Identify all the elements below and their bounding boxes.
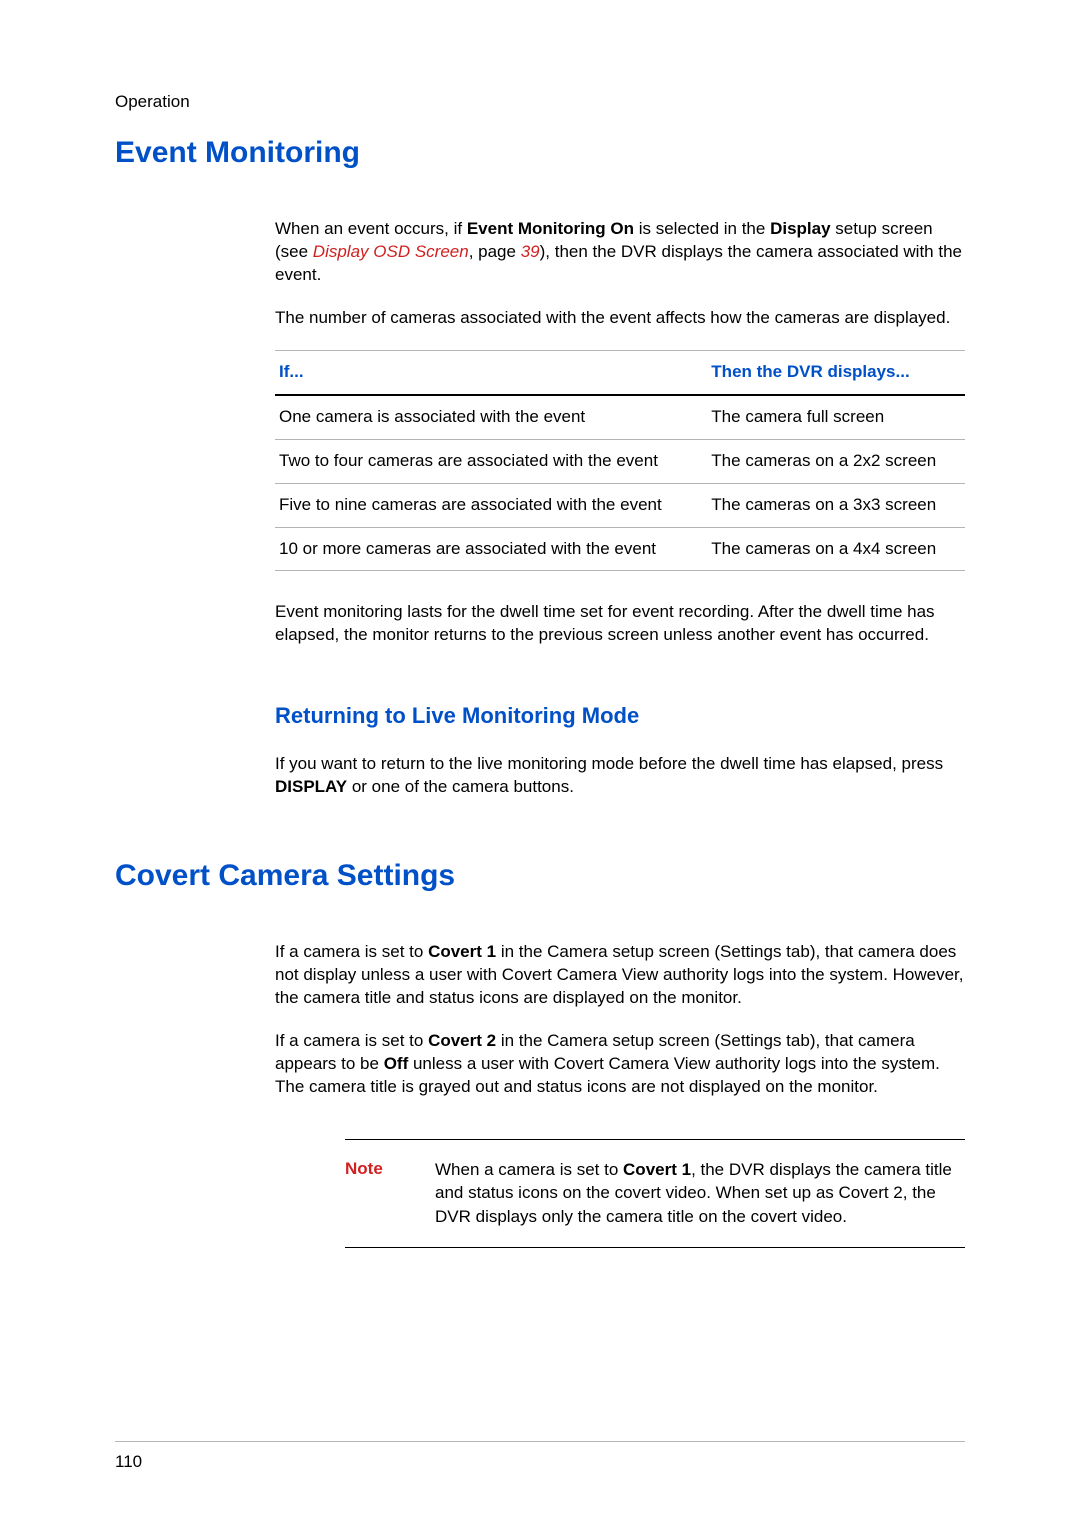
- text-bold: Covert 2: [428, 1031, 496, 1050]
- table-row: Five to nine cameras are associated with…: [275, 483, 965, 527]
- note-label: Note: [345, 1158, 435, 1229]
- text: If you want to return to the live monito…: [275, 754, 943, 773]
- table-cell: 10 or more cameras are associated with t…: [275, 527, 707, 571]
- text-bold: Covert 1: [623, 1160, 691, 1179]
- text-bold: Event Monitoring On: [467, 219, 634, 238]
- text: If a camera is set to: [275, 942, 428, 961]
- table-row: 10 or more cameras are associated with t…: [275, 527, 965, 571]
- text-bold: Display: [770, 219, 830, 238]
- note-block: Note When a camera is set to Covert 1, t…: [345, 1139, 965, 1248]
- text: is selected in the: [634, 219, 770, 238]
- paragraph: When an event occurs, if Event Monitorin…: [275, 218, 965, 287]
- text-bold: DISPLAY: [275, 777, 347, 796]
- page-number: 110: [115, 1452, 142, 1471]
- text: , page: [469, 242, 521, 261]
- text: If a camera is set to: [275, 1031, 428, 1050]
- paragraph: If a camera is set to Covert 1 in the Ca…: [275, 941, 965, 1010]
- text-bold: Covert 1: [428, 942, 496, 961]
- table-row: Two to four cameras are associated with …: [275, 439, 965, 483]
- table-cell: The cameras on a 4x4 screen: [707, 527, 965, 571]
- event-display-table: If... Then the DVR displays... One camer…: [275, 350, 965, 572]
- table-cell: Two to four cameras are associated with …: [275, 439, 707, 483]
- heading-returning-live: Returning to Live Monitoring Mode: [275, 701, 965, 731]
- text: When a camera is set to: [435, 1160, 623, 1179]
- paragraph: If you want to return to the live monito…: [275, 753, 965, 799]
- section2-body: If a camera is set to Covert 1 in the Ca…: [275, 941, 965, 1248]
- note-body: When a camera is set to Covert 1, the DV…: [435, 1158, 965, 1229]
- text: When an event occurs, if: [275, 219, 467, 238]
- heading-event-monitoring: Event Monitoring: [115, 136, 965, 170]
- paragraph: If a camera is set to Covert 2 in the Ca…: [275, 1030, 965, 1099]
- paragraph: The number of cameras associated with th…: [275, 307, 965, 330]
- page: Operation Event Monitoring When an event…: [0, 0, 1080, 1526]
- table-cell: One camera is associated with the event: [275, 395, 707, 439]
- table-cell: The camera full screen: [707, 395, 965, 439]
- table-header-then: Then the DVR displays...: [707, 350, 965, 394]
- heading-covert-camera: Covert Camera Settings: [115, 859, 965, 893]
- section1-body: When an event occurs, if Event Monitorin…: [275, 218, 965, 799]
- paragraph: Event monitoring lasts for the dwell tim…: [275, 601, 965, 647]
- table-cell: The cameras on a 2x2 screen: [707, 439, 965, 483]
- table-cell: The cameras on a 3x3 screen: [707, 483, 965, 527]
- crossref-link[interactable]: Display OSD Screen: [313, 242, 469, 261]
- table-cell: Five to nine cameras are associated with…: [275, 483, 707, 527]
- crossref-page[interactable]: 39: [521, 242, 540, 261]
- text: or one of the camera buttons.: [347, 777, 574, 796]
- page-footer: 110: [115, 1441, 965, 1472]
- table-header-if: If...: [275, 350, 707, 394]
- running-header: Operation: [115, 92, 965, 112]
- table-row: One camera is associated with the event …: [275, 395, 965, 439]
- text-bold: Off: [384, 1054, 409, 1073]
